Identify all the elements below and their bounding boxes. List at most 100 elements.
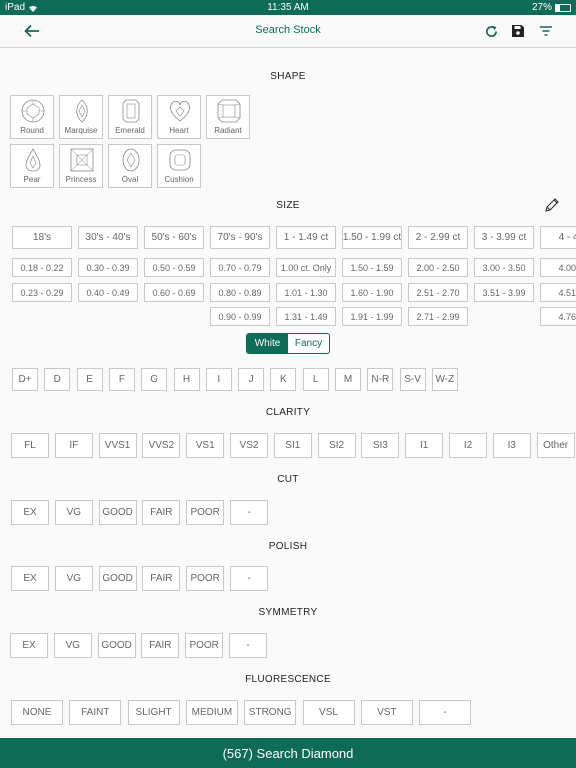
symmetry-chip[interactable]: GOOD: [97, 633, 136, 658]
color-chip[interactable]: I: [205, 368, 232, 391]
size-range-chip[interactable]: 4.51 -: [540, 283, 576, 302]
clarity-chip[interactable]: SI3: [361, 433, 400, 458]
size-group-chip[interactable]: 1 - 1.49 ct: [276, 226, 336, 249]
shape-oval[interactable]: Oval: [108, 144, 152, 188]
toggle-fancy[interactable]: Fancy: [288, 334, 329, 353]
color-chip[interactable]: D+: [12, 368, 38, 391]
edit-size-button[interactable]: [544, 197, 560, 213]
size-range-chip[interactable]: 4.00 -: [540, 258, 576, 277]
cut-chip[interactable]: FAIR: [142, 500, 181, 525]
color-chip[interactable]: N-R: [367, 368, 394, 391]
fluorescence-chip[interactable]: VSL: [302, 700, 355, 725]
fluorescence-chip[interactable]: -: [419, 700, 472, 725]
size-range-chip[interactable]: 0.18 - 0.22: [12, 258, 72, 277]
color-chip[interactable]: F: [108, 368, 135, 391]
size-range-chip[interactable]: 0.30 - 0.39: [78, 258, 138, 277]
symmetry-chip[interactable]: -: [229, 633, 267, 658]
shape-marquise[interactable]: Marquise: [59, 95, 103, 139]
size-range-chip[interactable]: 0.40 - 0.49: [78, 283, 138, 302]
size-range-chip[interactable]: 2.51 - 2.70: [408, 283, 468, 302]
cut-chip[interactable]: VG: [54, 500, 93, 525]
shape-pear[interactable]: Pear: [10, 144, 54, 188]
size-range-chip[interactable]: 0.80 - 0.89: [210, 283, 270, 302]
cut-chip[interactable]: -: [230, 500, 268, 525]
color-chip[interactable]: J: [238, 368, 265, 391]
size-range-chip[interactable]: 2.71 - 2.99: [408, 307, 468, 326]
clarity-chip[interactable]: IF: [54, 433, 93, 458]
shape-cushion[interactable]: Cushion: [157, 144, 201, 188]
size-range-chip[interactable]: 1.50 - 1.59: [342, 258, 402, 277]
size-range-chip[interactable]: 1.60 - 1.90: [342, 283, 402, 302]
symmetry-chip[interactable]: POOR: [185, 633, 224, 658]
clarity-chip[interactable]: I3: [492, 433, 531, 458]
color-chip[interactable]: E: [76, 368, 103, 391]
clarity-chip[interactable]: SI2: [317, 433, 356, 458]
fluorescence-chip[interactable]: FAINT: [69, 700, 122, 725]
save-button[interactable]: [510, 21, 526, 41]
cut-chip[interactable]: GOOD: [98, 500, 137, 525]
size-range-chip[interactable]: 0.70 - 0.79: [210, 258, 270, 277]
size-range-chip[interactable]: 4.76 -: [540, 307, 576, 326]
size-group-chip[interactable]: 4 - 4.: [540, 226, 576, 249]
search-diamond-button[interactable]: (567) Search Diamond: [0, 738, 576, 768]
size-range-chip[interactable]: 3.00 - 3.50: [474, 258, 534, 277]
refresh-button[interactable]: [483, 21, 499, 41]
size-group-chip[interactable]: 18's: [12, 226, 72, 249]
size-range-chip[interactable]: 1.91 - 1.99: [342, 307, 402, 326]
fluorescence-chip[interactable]: SLIGHT: [127, 700, 180, 725]
size-group-chip[interactable]: 2 - 2.99 ct: [408, 226, 468, 249]
symmetry-chip[interactable]: EX: [10, 633, 48, 658]
color-chip[interactable]: H: [173, 368, 200, 391]
size-group-chip[interactable]: 30's - 40's: [78, 226, 138, 249]
size-range-chip[interactable]: 1.31 - 1.49: [276, 307, 336, 326]
size-range-chip[interactable]: 1.00 ct. Only: [276, 258, 336, 277]
symmetry-chip[interactable]: VG: [53, 633, 92, 658]
clarity-chip[interactable]: I2: [449, 433, 487, 458]
shape-round[interactable]: Round: [10, 95, 54, 139]
color-chip[interactable]: L: [302, 368, 329, 391]
toggle-white[interactable]: White: [247, 334, 288, 353]
size-group-chip[interactable]: 3 - 3.99 ct: [474, 226, 534, 249]
size-group-chip[interactable]: 1.50 - 1.99 ct: [342, 226, 402, 249]
shape-heart[interactable]: Heart: [157, 95, 201, 139]
polish-chip[interactable]: EX: [11, 566, 49, 591]
filter-button[interactable]: [537, 21, 555, 41]
clarity-chip[interactable]: VS1: [186, 433, 225, 458]
size-range-chip[interactable]: 1.01 - 1.30: [276, 283, 336, 302]
size-range-chip[interactable]: 2.00 - 2.50: [408, 258, 468, 277]
color-chip[interactable]: S-V: [399, 368, 426, 391]
clarity-chip[interactable]: VVS2: [142, 433, 181, 458]
clarity-chip[interactable]: VS2: [230, 433, 268, 458]
clarity-chip[interactable]: FL: [11, 433, 49, 458]
color-chip[interactable]: W-Z: [431, 368, 458, 391]
shape-princess[interactable]: Princess: [59, 144, 103, 188]
size-range-chip[interactable]: 3.51 - 3.99: [474, 283, 534, 302]
polish-chip[interactable]: FAIR: [142, 566, 181, 591]
clarity-chip[interactable]: I1: [405, 433, 444, 458]
color-chip[interactable]: G: [141, 368, 168, 391]
polish-chip[interactable]: GOOD: [98, 566, 137, 591]
shape-emerald[interactable]: Emerald: [108, 95, 152, 139]
size-group-chip[interactable]: 70's - 90's: [210, 226, 270, 249]
fluorescence-chip[interactable]: MEDIUM: [185, 700, 238, 725]
polish-chip[interactable]: POOR: [186, 566, 225, 591]
cut-chip[interactable]: POOR: [186, 500, 225, 525]
size-group-chip[interactable]: 50's - 60's: [144, 226, 204, 249]
polish-chip[interactable]: VG: [54, 566, 93, 591]
size-range-chip[interactable]: 0.23 - 0.29: [12, 283, 72, 302]
color-chip[interactable]: D: [44, 368, 71, 391]
fluorescence-chip[interactable]: VST: [360, 700, 413, 725]
shape-radiant[interactable]: Radiant: [206, 95, 250, 139]
clarity-chip[interactable]: SI1: [273, 433, 312, 458]
polish-chip[interactable]: -: [230, 566, 268, 591]
size-range-chip[interactable]: 0.60 - 0.69: [144, 283, 204, 302]
color-chip[interactable]: M: [335, 368, 361, 391]
fluorescence-chip[interactable]: STRONG: [244, 700, 297, 725]
clarity-chip[interactable]: Other: [536, 433, 575, 458]
clarity-chip[interactable]: VVS1: [98, 433, 137, 458]
fluorescence-chip[interactable]: NONE: [11, 700, 63, 725]
symmetry-chip[interactable]: FAIR: [141, 633, 180, 658]
cut-chip[interactable]: EX: [11, 500, 49, 525]
size-range-chip[interactable]: 0.50 - 0.59: [144, 258, 204, 277]
color-chip[interactable]: K: [270, 368, 297, 391]
